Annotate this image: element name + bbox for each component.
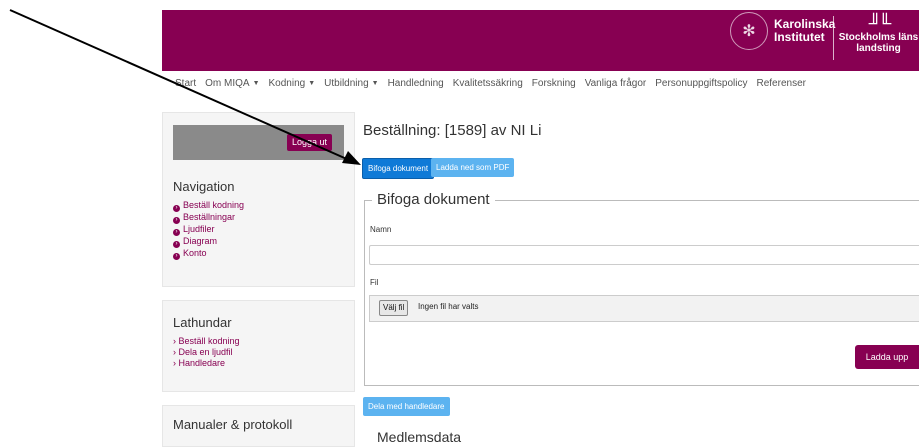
download-pdf-button[interactable]: Ladda ned som PDF	[431, 158, 515, 177]
manualer-heading: Manualer & protokoll	[173, 417, 293, 432]
navigation-list: › Beställ kodning › Beställningar › Ljudfil…	[173, 200, 244, 260]
navigation-heading: Navigation	[173, 179, 235, 194]
nav-item-utbildning[interactable]: Utbildning ▼	[324, 78, 378, 89]
lathundar-heading: Lathundar	[173, 315, 232, 330]
arrow-circle-icon: ›	[173, 217, 180, 224]
nav-item-label: Vanliga frågor	[584, 78, 647, 89]
nav-item-kvalitetssakring[interactable]: Kvalitetssäkring	[453, 78, 523, 89]
file-label: Fil	[370, 278, 379, 287]
sll-logo-line1: Stockholms läns	[838, 32, 919, 43]
lathund-item-label: Handledare	[178, 358, 226, 368]
lathund-item-handledare[interactable]: › Handledare	[173, 358, 240, 369]
karolinska-logo[interactable]: ✻ Karolinska Institutet	[730, 12, 835, 50]
lathund-item-dela-ljudfil[interactable]: › Dela en ljudfil	[173, 347, 240, 358]
sidebar-item-bestall-kodning[interactable]: › Beställ kodning	[173, 200, 244, 212]
nav-item-label: Utbildning	[324, 78, 369, 89]
nav-item-start[interactable]: Start	[175, 78, 196, 89]
nav-item-label: Personuppgiftspolicy	[655, 78, 748, 89]
sidebar-item-label: Beställ kodning	[183, 200, 245, 210]
nav-item-om-miqa[interactable]: Om MIQA ▼	[205, 78, 259, 89]
lathund-item-label: Dela en ljudfil	[178, 347, 233, 357]
arrow-circle-icon: ›	[173, 205, 180, 212]
section-heading-medlemsdata: Medlemsdata	[377, 429, 462, 445]
nav-item-label: Om MIQA	[205, 78, 250, 89]
sidebar-panel-navigation: Logga ut Navigation › Beställ kodning › Be…	[162, 112, 355, 287]
nav-item-personuppgiftspolicy[interactable]: Personuppgiftspolicy	[655, 78, 747, 89]
sidebar-item-diagram[interactable]: › Diagram	[173, 236, 244, 248]
sll-logo[interactable]: ╜╙ Stockholms läns landsting	[838, 14, 919, 54]
top-navigation: Start Om MIQA ▼ Kodning ▼ Utbildning ▼ Hand…	[175, 78, 806, 89]
arrow-circle-icon: ›	[173, 229, 180, 236]
nav-item-kodning[interactable]: Kodning ▼	[269, 78, 316, 89]
nav-item-handledning[interactable]: Handledning	[388, 78, 444, 89]
nav-item-label: Kvalitetssäkring	[452, 78, 523, 89]
page-title: Beställning: [1589] av NI Li	[363, 122, 542, 139]
nav-item-label: Start	[175, 78, 197, 89]
ki-seal-icon: ✻	[730, 12, 768, 50]
nav-item-vanliga-fragor[interactable]: Vanliga frågor	[585, 78, 647, 89]
attach-document-button[interactable]: Bifoga dokument	[362, 158, 435, 179]
arrow-circle-icon: ›	[173, 241, 180, 248]
nav-item-referenser[interactable]: Referenser	[757, 78, 806, 89]
caret-down-icon: ▼	[371, 80, 379, 87]
sidebar-item-ljudfiler[interactable]: › Ljudfiler	[173, 224, 244, 236]
logout-button[interactable]: Logga ut	[287, 134, 333, 151]
caret-down-icon: ▼	[252, 80, 260, 87]
sidebar-panel-manualer: Manualer & protokoll	[162, 405, 355, 447]
name-input[interactable]	[369, 245, 919, 265]
caret-down-icon: ▼	[308, 80, 316, 87]
file-status-text: Ingen fil har valts	[418, 302, 479, 311]
lathund-item-label: Beställ kodning	[178, 336, 240, 346]
nav-item-label: Referenser	[756, 78, 806, 89]
sll-logo-line2: landsting	[856, 43, 901, 54]
name-label: Namn	[370, 225, 392, 234]
form-legend: Bifoga dokument	[372, 191, 495, 208]
sidebar-item-label: Diagram	[183, 236, 218, 246]
attach-document-form	[364, 200, 919, 386]
sidebar-item-bestallningar[interactable]: › Beställningar	[173, 212, 244, 224]
lathund-item-bestall-kodning[interactable]: › Beställ kodning	[173, 336, 240, 347]
nav-item-forskning[interactable]: Forskning	[532, 78, 576, 89]
upload-button[interactable]: Ladda upp	[855, 345, 919, 369]
ki-logo-line2: Institutet	[774, 30, 825, 44]
sidebar-panel-lathundar: Lathundar › Beställ kodning › Dela en lj…	[162, 300, 355, 392]
sidebar-item-label: Konto	[183, 248, 207, 258]
nav-item-label: Kodning	[268, 78, 306, 89]
lathundar-list: › Beställ kodning › Dela en ljudfil › Ha…	[173, 336, 240, 369]
share-with-supervisor-button[interactable]: Dela med handledare	[363, 397, 450, 416]
sidebar-item-label: Ljudfiler	[183, 224, 215, 234]
nav-item-label: Forskning	[531, 78, 576, 89]
arrow-circle-icon: ›	[173, 253, 180, 260]
sll-mark-icon: ╜╙	[868, 13, 892, 33]
sidebar-item-konto[interactable]: › Konto	[173, 248, 244, 260]
nav-item-label: Handledning	[387, 78, 444, 89]
sidebar-item-label: Beställningar	[183, 212, 236, 222]
logo-divider	[833, 16, 834, 60]
choose-file-button[interactable]: Välj fil	[379, 300, 409, 316]
